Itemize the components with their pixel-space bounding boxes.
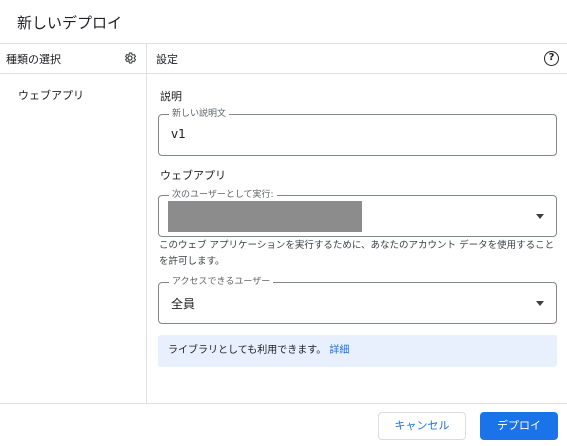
help-circle-icon[interactable]: ? xyxy=(544,51,559,66)
column-divider xyxy=(146,44,147,403)
redacted-account xyxy=(168,201,362,232)
description-section-label: 説明 xyxy=(160,90,182,103)
chevron-down-icon xyxy=(536,214,544,219)
library-info-link[interactable]: 詳細 xyxy=(329,345,349,356)
description-field[interactable]: 新しい説明文 v1 xyxy=(158,108,557,156)
library-info-text: ライブラリとしても利用できます。 xyxy=(168,345,327,356)
execute-as-select[interactable]: 次のユーザーとして実行: xyxy=(158,189,557,237)
library-info-banner: ライブラリとしても利用できます。 詳細 xyxy=(158,335,557,367)
settings-header: 設定 xyxy=(156,53,178,66)
title-divider xyxy=(0,43,567,44)
dialog-title: 新しいデプロイ xyxy=(17,14,123,32)
chevron-down-icon xyxy=(536,301,544,306)
sidebar-item-webapp[interactable]: ウェブアプリ xyxy=(18,87,84,103)
description-input-value[interactable]: v1 xyxy=(171,127,186,141)
deploy-button[interactable]: デプロイ xyxy=(480,412,558,440)
footer-divider xyxy=(0,403,567,404)
webapp-section-label: ウェブアプリ xyxy=(160,169,226,182)
access-value: 全員 xyxy=(171,297,196,311)
access-field-label: アクセスできるユーザー xyxy=(169,276,274,288)
type-select-header: 種類の選択 xyxy=(6,53,61,66)
cancel-button[interactable]: キャンセル xyxy=(378,412,466,440)
header-divider xyxy=(0,73,567,74)
description-field-label: 新しい説明文 xyxy=(169,108,230,120)
execute-as-field-label: 次のユーザーとして実行: xyxy=(169,189,277,201)
gear-icon[interactable] xyxy=(123,51,137,65)
access-select[interactable]: アクセスできるユーザー 全員 xyxy=(158,276,557,324)
execute-as-help-text: このウェブ アプリケーションを実行するために、あなたのアカウント データを使用す… xyxy=(159,240,555,267)
